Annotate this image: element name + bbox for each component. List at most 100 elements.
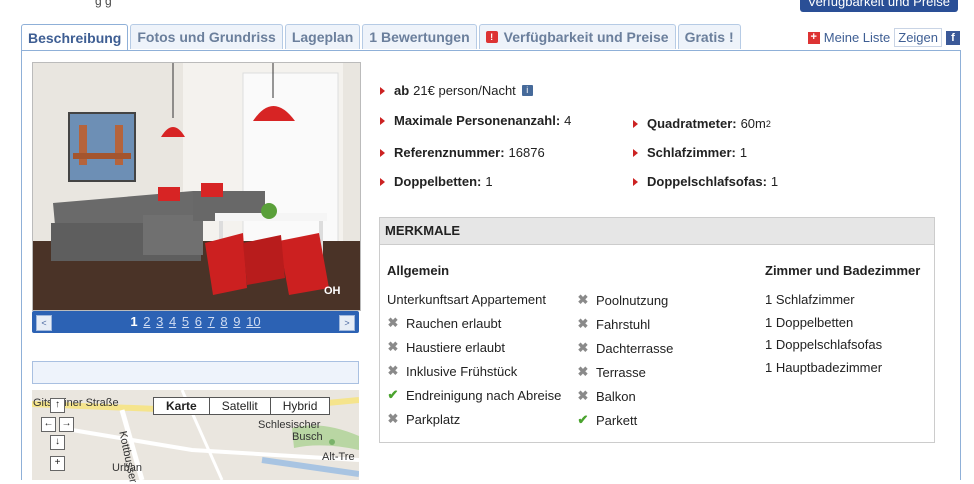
info-icon[interactable]: i	[521, 85, 533, 96]
availability-button[interactable]: Verfügbarkeit und Preise	[799, 0, 958, 12]
cross-icon: ✖	[387, 315, 399, 330]
page-links: 1 2 3 4 5 6 7 8 9 10	[32, 314, 359, 329]
tab-label: Lageplan	[291, 29, 354, 45]
page-link[interactable]: 6	[195, 314, 202, 329]
pan-up-icon[interactable]: ↑	[50, 398, 65, 413]
pan-down-icon[interactable]: ↓	[50, 435, 65, 450]
bullet-icon	[633, 148, 638, 157]
max-persons-row: Maximale Personenanzahl: 4	[380, 113, 571, 128]
show-button[interactable]: Zeigen	[894, 28, 942, 47]
tab-label: Gratis !	[684, 29, 734, 45]
next-photo-button[interactable]: >	[339, 315, 355, 331]
area-value: 60m	[740, 116, 766, 131]
feature-label: Endreinigung nach Abreise	[406, 387, 562, 403]
sofa-beds-value: 1	[770, 174, 779, 189]
room-item: 1 Schlafzimmer	[765, 292, 855, 307]
bullet-icon	[380, 148, 385, 157]
reference-value: 16876	[508, 145, 545, 160]
bullet-icon	[380, 177, 385, 186]
feature-label: Inklusive Frühstück	[406, 363, 518, 379]
feature-item: ✖ Rauchen erlaubt	[387, 315, 502, 331]
feature-label: Rauchen erlaubt	[406, 315, 502, 331]
tab-reviews[interactable]: 1 Bewertungen	[362, 24, 477, 49]
map-type-switch: Karte Satellit Hybrid	[153, 397, 331, 415]
price-value: 21€ person/Nacht	[413, 83, 516, 98]
tab-availability[interactable]: ! Verfügbarkeit und Preise	[478, 24, 676, 49]
general-heading: Allgemein	[387, 263, 450, 278]
feature-label: Haustiere erlaubt	[406, 339, 505, 355]
calendar-icon: !	[485, 31, 498, 43]
features-title: MERKMALE	[380, 218, 934, 245]
map-type-map[interactable]: Karte	[154, 398, 210, 414]
page-link[interactable]: 1	[130, 314, 137, 329]
map-type-hybrid[interactable]: Hybrid	[271, 398, 330, 414]
page-link[interactable]: 5	[182, 314, 189, 329]
tab-label: 1 Bewertungen	[369, 29, 470, 45]
feature-label: Parkett	[596, 412, 638, 428]
bedrooms-row: Schlafzimmer: 1	[633, 145, 747, 160]
feature-item: ✖ Parkplatz	[387, 411, 461, 427]
bedrooms-value: 1	[739, 145, 748, 160]
map-label-park: Schlesischer	[258, 419, 321, 431]
map-label-street: Gitschiner Straße	[33, 397, 119, 409]
cross-icon: ✖	[387, 411, 399, 426]
tab-free[interactable]: Gratis !	[677, 24, 741, 49]
max-persons-value: 4	[564, 113, 572, 128]
map-type-satellite[interactable]: Satellit	[210, 398, 271, 414]
apartment-photo[interactable]: OH	[32, 62, 361, 311]
tab-label: Beschreibung	[28, 30, 122, 46]
cross-icon: ✖	[577, 316, 589, 331]
double-beds-label: Doppelbetten:	[394, 174, 482, 189]
page-link[interactable]: 8	[220, 314, 227, 329]
property-type-text: Unterkunftsart Appartement	[387, 292, 546, 307]
tab-location[interactable]: Lageplan	[284, 24, 361, 49]
tab-description[interactable]: Beschreibung	[21, 24, 129, 51]
cross-icon: ✖	[577, 364, 589, 379]
reference-label: Referenznummer:	[394, 145, 505, 160]
feature-label: Fahrstuhl	[596, 316, 651, 332]
plus-icon[interactable]: +	[807, 31, 820, 44]
cross-icon: ✖	[577, 292, 589, 307]
price-row: ab 21€ person/Nacht i	[380, 83, 533, 98]
my-list-toolbar: + Meine Liste Zeigen f	[807, 28, 960, 47]
area-row: Quadratmeter: 60m 2	[633, 116, 771, 131]
check-icon: ✔	[387, 387, 399, 402]
page-link[interactable]: 2	[143, 314, 150, 329]
page-link[interactable]: 4	[169, 314, 176, 329]
map-label-district: Alt-Tre	[322, 451, 355, 463]
tab-bar: Beschreibung Fotos und Grundriss Lagepla…	[21, 24, 741, 51]
check-icon: ✔	[577, 412, 589, 427]
photo-watermark: OH	[324, 285, 341, 297]
double-beds-value: 1	[485, 174, 493, 189]
feature-label: Parkplatz	[406, 411, 461, 427]
pan-left-icon[interactable]: ←	[41, 417, 56, 432]
area-unit-sup: 2	[765, 118, 771, 129]
feature-item: ✖ Balkon	[577, 388, 636, 404]
tab-label: Verfügbarkeit und Preise	[503, 29, 669, 45]
cross-icon: ✖	[577, 388, 589, 403]
zoom-in-icon[interactable]: +	[50, 456, 65, 471]
page-link[interactable]: 10	[246, 314, 260, 329]
feature-item: ✖ Terrasse	[577, 364, 646, 380]
cross-icon: ✖	[577, 340, 589, 355]
rooms-heading: Zimmer und Badezimmer	[765, 263, 921, 278]
cross-icon: ✖	[387, 363, 399, 378]
map-header-bar	[32, 361, 359, 384]
double-beds-row: Doppelbetten: 1	[380, 174, 493, 189]
facebook-icon[interactable]: f	[946, 30, 960, 45]
room-item: 1 Doppelbetten	[765, 315, 854, 330]
feature-item: ✖ Dachterrasse	[577, 340, 674, 356]
feature-item: ✔ Parkett	[577, 412, 638, 428]
sofa-beds-row: Doppelschlafsofas: 1	[633, 174, 778, 189]
feature-item: ✖ Poolnutzung	[577, 292, 669, 308]
reference-row: Referenznummer: 16876	[380, 145, 545, 160]
property-type: Unterkunftsart Appartement	[387, 292, 546, 307]
page-link[interactable]: 7	[208, 314, 215, 329]
page-link[interactable]: 9	[233, 314, 240, 329]
my-list-link[interactable]: Meine Liste	[824, 30, 890, 45]
page-link[interactable]: 3	[156, 314, 163, 329]
tab-photos[interactable]: Fotos und Grundriss	[130, 24, 283, 49]
living-room-image: OH	[33, 63, 360, 310]
price-label: ab	[394, 83, 410, 98]
pan-right-icon[interactable]: →	[59, 417, 74, 432]
